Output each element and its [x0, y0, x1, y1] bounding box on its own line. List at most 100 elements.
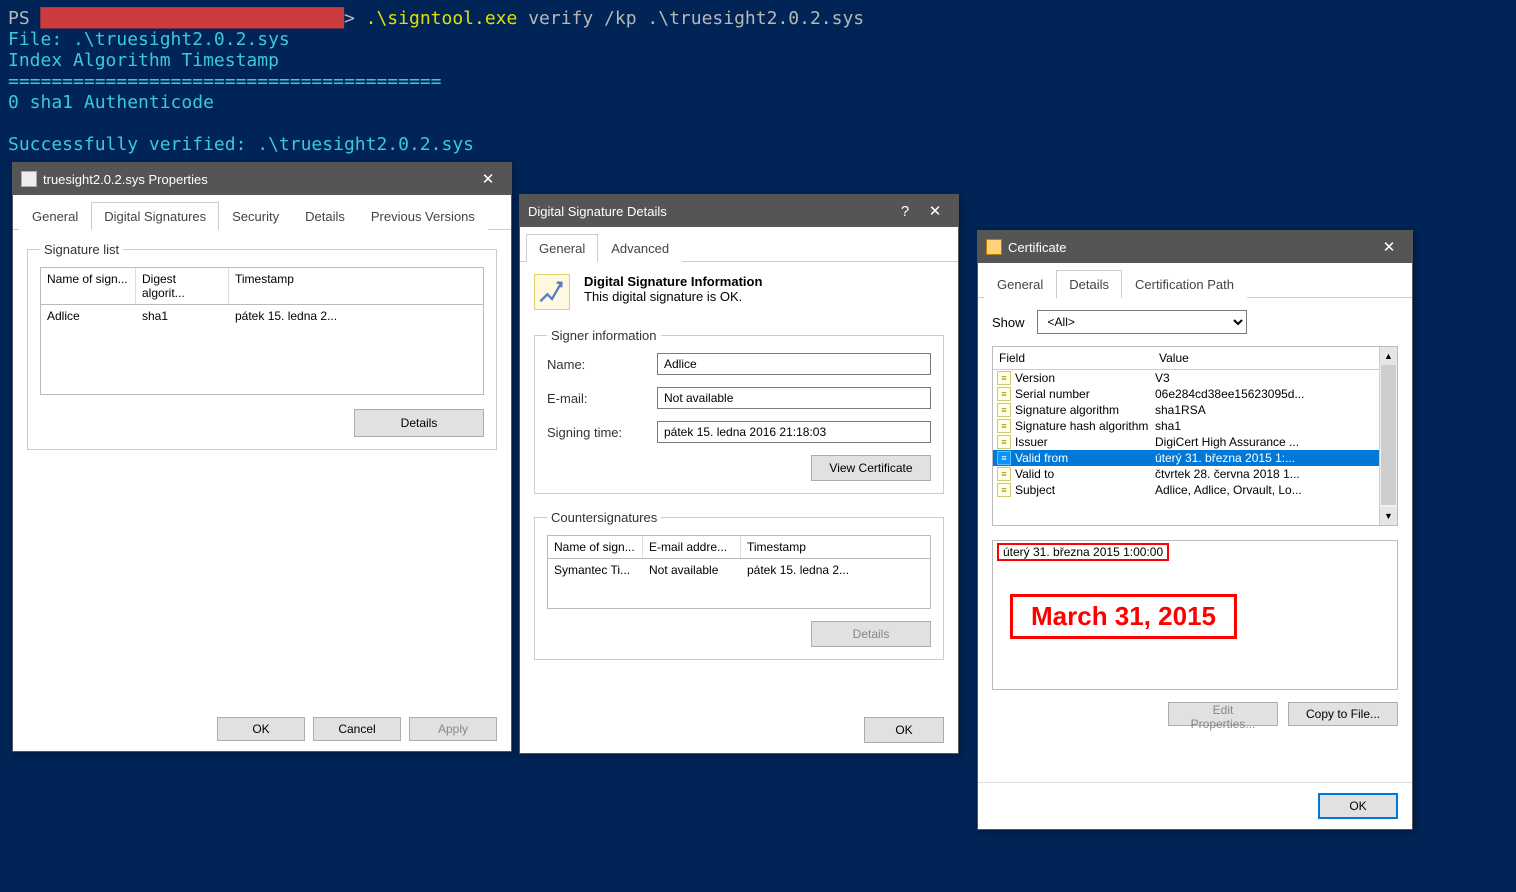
sigdetails-title: Digital Signature Details: [528, 204, 667, 219]
properties-footer: OK Cancel Apply: [13, 707, 511, 751]
signature-details-window: Digital Signature Details ? ✕ General Ad…: [519, 194, 959, 754]
sigdetails-titlebar[interactable]: Digital Signature Details ? ✕: [520, 195, 958, 227]
counter-header[interactable]: Name of sign... E-mail addre... Timestam…: [547, 535, 931, 559]
ok-button[interactable]: OK: [217, 717, 305, 741]
cert-rows: ≡VersionV3 ≡Serial number06e284cd38ee156…: [993, 370, 1397, 498]
output-file-line: File: .\truesight2.0.2.sys: [8, 29, 1508, 50]
signature-list-group: Signature list Name of sign... Digest al…: [27, 242, 497, 450]
blurred-path: ████████████████████████████: [41, 8, 344, 29]
table-row[interactable]: ≡IssuerDigiCert High Assurance ...: [993, 434, 1397, 450]
table-row[interactable]: ≡Signature algorithmsha1RSA: [993, 402, 1397, 418]
tab-details[interactable]: Details: [1056, 270, 1122, 298]
close-icon[interactable]: ✕: [920, 197, 950, 225]
ok-button[interactable]: OK: [1318, 793, 1398, 819]
table-row[interactable]: Symantec Ti... Not available pátek 15. l…: [548, 559, 930, 581]
show-label: Show: [992, 315, 1025, 330]
tab-details[interactable]: Details: [292, 202, 358, 230]
file-icon: [21, 171, 37, 187]
output-success-line: Successfully verified: .\truesight2.0.2.…: [8, 134, 1508, 155]
highlighted-valid-from: úterý 31. března 2015 1:00:00: [997, 543, 1169, 561]
command-args: verify /kp .\truesight2.0.2.sys: [517, 8, 864, 29]
tab-security[interactable]: Security: [219, 202, 292, 230]
copy-to-file-button[interactable]: Copy to File...: [1288, 702, 1398, 726]
output-header-line: Index Algorithm Timestamp: [8, 50, 1508, 71]
field-icon: ≡: [997, 387, 1011, 401]
cert-footer: OK: [978, 782, 1412, 829]
close-icon[interactable]: ✕: [1374, 233, 1404, 261]
sig-info-text: This digital signature is OK.: [584, 289, 762, 304]
table-row[interactable]: ≡Valid točtvrtek 28. června 2018 1...: [993, 466, 1397, 482]
signer-info-group: Signer information Name: E-mail: Signing…: [534, 328, 944, 494]
annotation-date: March 31, 2015: [1010, 594, 1237, 639]
col-timestamp[interactable]: Timestamp: [229, 268, 483, 304]
col-name[interactable]: Name of sign...: [41, 268, 136, 304]
signature-list-body[interactable]: Adlice sha1 pátek 15. ledna 2...: [40, 305, 484, 395]
counter-body[interactable]: Symantec Ti... Not available pátek 15. l…: [547, 559, 931, 609]
properties-tabs: General Digital Signatures Security Deta…: [13, 195, 511, 230]
field-icon: ≡: [997, 451, 1011, 465]
scroll-down-icon[interactable]: ▼: [1380, 507, 1397, 525]
details-button[interactable]: Details: [354, 409, 484, 437]
tab-certpath[interactable]: Certification Path: [1122, 270, 1247, 298]
tab-previous-versions[interactable]: Previous Versions: [358, 202, 488, 230]
properties-title: truesight2.0.2.sys Properties: [43, 172, 208, 187]
tab-general[interactable]: General: [19, 202, 91, 230]
name-field[interactable]: [657, 353, 931, 375]
signingtime-label: Signing time:: [547, 425, 657, 440]
scroll-up-icon[interactable]: ▲: [1380, 347, 1397, 365]
properties-window: truesight2.0.2.sys Properties ✕ General …: [12, 162, 512, 752]
scrollbar[interactable]: ▲ ▼: [1379, 347, 1397, 525]
email-field[interactable]: [657, 387, 931, 409]
scroll-thumb[interactable]: [1381, 365, 1396, 505]
help-icon[interactable]: ?: [890, 197, 920, 225]
cert-fields-table[interactable]: Field Value ≡VersionV3 ≡Serial number06e…: [992, 346, 1398, 526]
col-name[interactable]: Name of sign...: [548, 536, 643, 558]
table-row-selected[interactable]: ≡Valid fromúterý 31. března 2015 1:...: [993, 450, 1397, 466]
cert-titlebar[interactable]: Certificate ✕: [978, 231, 1412, 263]
tab-general[interactable]: General: [984, 270, 1056, 298]
signature-list-header[interactable]: Name of sign... Digest algorit... Timest…: [40, 267, 484, 305]
table-row[interactable]: ≡Signature hash algorithmsha1: [993, 418, 1397, 434]
field-icon: ≡: [997, 483, 1011, 497]
field-icon: ≡: [997, 435, 1011, 449]
certificate-window: Certificate ✕ General Details Certificat…: [977, 230, 1413, 830]
signingtime-field[interactable]: [657, 421, 931, 443]
signer-legend: Signer information: [547, 328, 661, 343]
certificate-icon: [986, 239, 1002, 255]
edit-properties-button: Edit Properties...: [1168, 702, 1278, 726]
tab-advanced[interactable]: Advanced: [598, 234, 682, 262]
tab-digital-signatures[interactable]: Digital Signatures: [91, 202, 219, 230]
col-email[interactable]: E-mail addre...: [643, 536, 741, 558]
field-icon: ≡: [997, 419, 1011, 433]
col-value[interactable]: Value: [1153, 347, 1397, 369]
table-row[interactable]: ≡SubjectAdlice, Adlice, Orvault, Lo...: [993, 482, 1397, 498]
close-icon[interactable]: ✕: [473, 165, 503, 193]
cert-tabs: General Details Certification Path: [978, 263, 1412, 298]
view-certificate-button[interactable]: View Certificate: [811, 455, 931, 481]
name-label: Name:: [547, 357, 657, 372]
table-row[interactable]: ≡VersionV3: [993, 370, 1397, 386]
field-icon: ≡: [997, 467, 1011, 481]
field-icon: ≡: [997, 371, 1011, 385]
ok-button[interactable]: OK: [864, 717, 944, 743]
properties-titlebar[interactable]: truesight2.0.2.sys Properties ✕: [13, 163, 511, 195]
table-row[interactable]: ≡Serial number06e284cd38ee15623095d...: [993, 386, 1397, 402]
command-exe: .\signtool.exe: [355, 8, 518, 29]
col-field[interactable]: Field: [993, 347, 1153, 369]
cancel-button[interactable]: Cancel: [313, 717, 401, 741]
signature-list-legend: Signature list: [40, 242, 123, 257]
col-timestamp[interactable]: Timestamp: [741, 536, 930, 558]
email-label: E-mail:: [547, 391, 657, 406]
sigdetails-tabs: General Advanced: [520, 227, 958, 262]
cert-title: Certificate: [1008, 240, 1067, 255]
table-row[interactable]: Adlice sha1 pátek 15. ledna 2...: [41, 305, 483, 327]
countersignatures-group: Countersignatures Name of sign... E-mail…: [534, 510, 944, 660]
signature-icon: [534, 274, 570, 310]
output-sep-line: ========================================: [8, 71, 1508, 92]
ps-prompt: PS: [8, 8, 41, 29]
apply-button: Apply: [409, 717, 497, 741]
col-digest[interactable]: Digest algorit...: [136, 268, 229, 304]
show-select[interactable]: <All>: [1037, 310, 1247, 334]
tab-general[interactable]: General: [526, 234, 598, 262]
terminal-output: PS ████████████████████████████> .\signt…: [0, 0, 1516, 163]
